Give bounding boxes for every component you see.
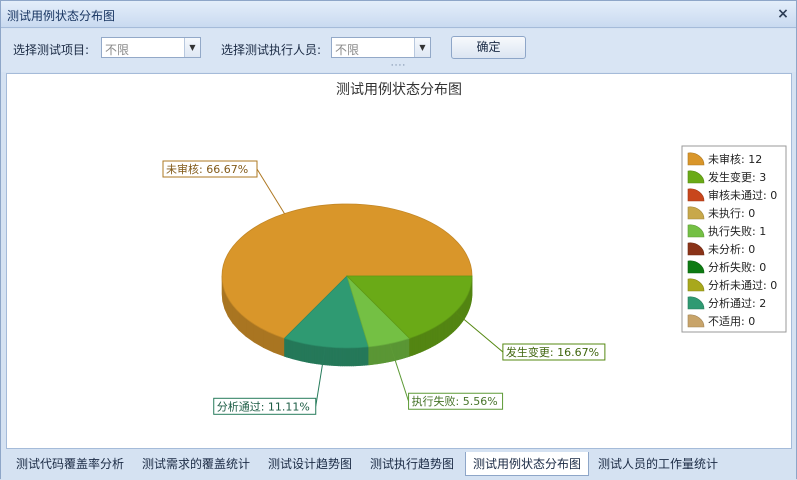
tab-code-coverage[interactable]: 测试代码覆盖率分析	[9, 452, 131, 476]
data-label-4: 执行失败: 5.56%	[412, 394, 498, 408]
slice-side	[332, 347, 334, 365]
slice-side	[431, 328, 433, 347]
chevron-down-icon[interactable]: ▼	[414, 38, 430, 57]
tab-case-status[interactable]: 测试用例状态分布图	[465, 452, 589, 476]
legend-entry-1: 发生变更: 3	[708, 170, 766, 184]
slice-side	[415, 335, 418, 354]
confirm-button[interactable]: 确定	[451, 36, 526, 59]
project-select-value: 不限	[105, 41, 129, 58]
legend-entry-3: 未执行: 0	[708, 206, 755, 220]
chart-window: 测试用例状态分布图 × 选择测试项目: 不限 ▼ 选择测试执行人员: 不限 ▼ …	[0, 0, 797, 479]
project-select[interactable]: 不限 ▼	[101, 37, 201, 58]
legend-entry-0: 未审核: 12	[708, 152, 762, 166]
slice-side	[300, 343, 302, 361]
slice-side	[349, 348, 351, 366]
slice-side	[334, 348, 336, 366]
slice-side	[442, 321, 444, 340]
legend-entry-4: 执行失败: 1	[708, 224, 766, 238]
slice-side	[369, 347, 370, 365]
slice-side	[410, 337, 413, 356]
legend-entry-7: 分析未通过: 0	[708, 278, 777, 292]
label-leader-line	[257, 169, 285, 214]
window-title: 测试用例状态分布图	[7, 7, 115, 24]
tab-requirement-coverage[interactable]: 测试需求的覆盖统计	[135, 452, 257, 476]
panel-splitter[interactable]: ····	[1, 63, 796, 72]
slice-side	[296, 342, 298, 361]
tab-strip: 测试代码覆盖率分析 测试需求的覆盖统计 测试设计趋势图 测试执行趋势图 测试用例…	[1, 450, 796, 480]
slice-side	[428, 330, 430, 349]
tab-workload[interactable]: 测试人员的工作量统计	[593, 452, 723, 476]
slice-side	[423, 332, 426, 351]
slice-side	[325, 347, 327, 365]
slice-side	[444, 320, 446, 339]
slice-side	[330, 347, 332, 365]
slice-side	[418, 334, 421, 353]
slice-side	[285, 338, 287, 357]
title-bar: 测试用例状态分布图 ×	[1, 1, 796, 28]
executor-label: 选择测试执行人员:	[221, 41, 321, 58]
legend-entry-9: 不适用: 0	[708, 315, 755, 328]
chart-legend: 未审核: 12 发生变更: 3 审核未通过: 0 未执行: 0 执行失败: 1 未分析: …	[682, 146, 786, 332]
pie-chart: 测试用例状态分布图 未审核: 66.67% 发生变更: 16.67% 执行失败: 5…	[7, 74, 791, 448]
legend-entry-8: 分析通过: 2	[708, 296, 766, 310]
slice-side	[340, 348, 342, 366]
project-label: 选择测试项目:	[13, 41, 89, 58]
slice-side	[304, 344, 306, 362]
slice-side	[354, 348, 356, 366]
slice-side	[412, 336, 415, 355]
slice-side	[327, 347, 329, 365]
slice-side	[336, 348, 338, 366]
slice-side	[351, 348, 353, 366]
slice-side	[302, 343, 304, 361]
legend-entry-5: 未分析: 0	[708, 242, 755, 256]
label-leader-line	[455, 312, 503, 352]
slice-side	[356, 348, 358, 366]
slice-side	[364, 347, 366, 365]
data-label-0: 未审核: 66.67%	[166, 162, 248, 176]
slice-side	[298, 342, 300, 360]
slice-side	[420, 333, 423, 352]
executor-select-value: 不限	[335, 41, 359, 58]
close-icon[interactable]: ×	[774, 5, 792, 23]
slice-side	[343, 348, 345, 366]
slice-side	[360, 347, 362, 365]
slice-side	[310, 345, 312, 363]
slice-side	[347, 348, 349, 366]
legend-entry-6: 分析失败: 0	[708, 260, 766, 274]
slice-side	[317, 346, 319, 364]
data-label-8: 分析通过: 11.11%	[217, 399, 310, 413]
slice-side	[338, 348, 340, 366]
slice-side	[438, 324, 440, 343]
chart-title: 测试用例状态分布图	[336, 82, 462, 98]
tab-design-trend[interactable]: 测试设计趋势图	[261, 452, 359, 476]
chevron-down-icon[interactable]: ▼	[184, 38, 200, 57]
slice-side	[345, 348, 347, 366]
slice-side	[367, 347, 369, 365]
slice-side	[362, 347, 364, 365]
slice-side	[358, 348, 360, 366]
slice-side	[433, 327, 435, 346]
pie-slices	[222, 204, 472, 366]
data-label-1: 发生变更: 16.67%	[506, 345, 599, 359]
tab-execution-trend[interactable]: 测试执行趋势图	[363, 452, 461, 476]
slice-side	[426, 331, 429, 350]
legend-entry-2: 审核未通过: 0	[708, 188, 777, 202]
slice-side	[313, 345, 315, 363]
executor-select[interactable]: 不限 ▼	[331, 37, 431, 58]
slice-side	[306, 344, 308, 362]
slice-side	[319, 346, 321, 364]
slice-side	[440, 323, 442, 342]
slice-side	[315, 346, 317, 364]
slice-side	[308, 344, 310, 362]
slice-side	[435, 326, 437, 345]
chart-area: 测试用例状态分布图 未审核: 66.67% 发生变更: 16.67% 执行失败: 5…	[6, 73, 792, 449]
